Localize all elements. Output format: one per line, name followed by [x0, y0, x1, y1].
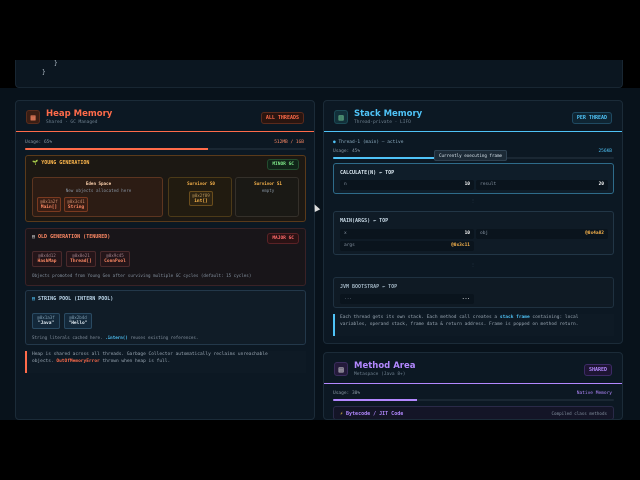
building-icon: ▤ — [32, 234, 36, 240]
frame-variable: args @0x3c11 — [340, 241, 474, 251]
frame-variable: x 10 — [340, 229, 474, 239]
object-chip: @0x2b4d "Hello" — [64, 313, 92, 329]
lightning-icon: ⚡ — [340, 411, 344, 417]
method-item-label: ⚡ Bytecode / JIT Code — [340, 411, 404, 417]
frame-title: CALCULATE(N) ← TOP — [340, 170, 395, 176]
frame-connector: ⋮ — [471, 262, 476, 267]
old-generation: ▤ OLD GENERATION (TENURED) MAJOR GC @0x4… — [25, 228, 306, 286]
method-badge: SHARED — [583, 364, 612, 376]
s1-title: Survivor S1 — [254, 181, 282, 186]
eden-space: Eden Space New objects allocated here @0… — [32, 177, 163, 217]
stack-frame[interactable]: JVM BOOTSTRAP ← TOP ...... — [333, 277, 614, 308]
object-chip: @0x1a3f "Java" — [32, 313, 60, 329]
frame-title: MAIN(ARGS) ← TOP — [340, 218, 389, 224]
stack-usage-value: 256KB — [598, 149, 612, 154]
stack-usage-label: Usage: 45% — [333, 149, 361, 154]
survivor-s0: Survivor S0 @0x2f89 int[] — [168, 177, 232, 217]
stack-panel: ▥ Stack Memory Thread-private · LIFO PER… — [323, 100, 623, 344]
survivor-s1: Survivor S1 empty — [235, 177, 299, 217]
chip-icon: ▦ — [26, 110, 40, 124]
eden-title: Eden Space — [85, 181, 112, 186]
sprout-icon: 🌱 — [32, 160, 39, 166]
heap-usage-bar — [25, 148, 306, 150]
method-usage-fill — [333, 399, 418, 401]
tooltip: Currently executing frame — [434, 150, 508, 161]
object-chip: @0x8e21 Thread[] — [66, 251, 96, 267]
young-gen-title: 🌱 YOUNG GENERATION — [32, 160, 90, 166]
object-chip: @0x2f89 int[] — [189, 191, 213, 206]
method-item-value: Compiled class methods — [551, 411, 607, 416]
method-item: ⚡ Bytecode / JIT Code Compiled class met… — [333, 406, 614, 419]
s0-title: Survivor S0 — [187, 181, 215, 186]
list-icon: ▤ — [32, 296, 36, 302]
frame-title: JVM BOOTSTRAP ← TOP — [340, 284, 398, 290]
frame-connector: ⋮ — [471, 198, 476, 203]
major-gc-badge: MAJOR GC — [267, 233, 299, 244]
frame-variable: obj @0x4a82 — [476, 229, 608, 239]
string-pool-title: ▤ STRING POOL (INTERN POOL) — [32, 296, 114, 302]
heap-subtitle: Shared · GC Managed — [46, 120, 98, 125]
stack-badge: PER THREAD — [571, 112, 612, 124]
method-usage-label: Usage: 30% — [333, 391, 361, 396]
eden-subtitle: New objects allocated here — [65, 188, 132, 193]
bottom-letterbox — [0, 420, 640, 480]
string-pool: ▤ STRING POOL (INTERN POOL) @0x1a3f "Java… — [25, 290, 306, 345]
code-line: } — [42, 69, 46, 76]
old-gen-title: ▤ OLD GENERATION (TENURED) — [32, 234, 111, 240]
code-block: } } — [15, 60, 623, 88]
method-usage-bar — [333, 399, 614, 401]
young-generation: 🌱 YOUNG GENERATION MINOR GC Eden Space N… — [25, 155, 306, 222]
heap-usage-fill — [25, 148, 208, 150]
stack-frame[interactable]: CALCULATE(N) ← TOP n 10 result 20 — [333, 163, 614, 194]
layers-icon: ▥ — [334, 110, 348, 124]
stack-frame[interactable]: MAIN(ARGS) ← TOP x 10 obj @0x4a82 args @0x3… — [333, 211, 614, 255]
heap-usage-label: Usage: 65% — [25, 140, 53, 145]
heap-badge: ALL THREADS — [260, 112, 304, 124]
heap-usage-value: 512MB / 1GB — [274, 140, 304, 145]
object-chip: @0x9c45 ConnPool — [100, 251, 130, 267]
object-chip: @0x4d12 HashMap — [32, 251, 62, 267]
method-title: Method Area — [354, 361, 416, 371]
object-chip: @0x1a2f Main[] — [37, 197, 61, 212]
frame-variable: ...... — [340, 294, 474, 304]
frame-variable: result 20 — [476, 180, 608, 190]
active-dot-icon: ● — [333, 140, 336, 145]
string-pool-note: String literals cached here. .intern() r… — [32, 335, 199, 340]
heap-title: Heap Memory — [46, 109, 113, 119]
method-subtitle: Metaspace (Java 8+) — [354, 372, 406, 377]
old-gen-note: Objects promoted from Young Gen after su… — [32, 273, 252, 278]
method-usage-value: Native Memory — [576, 391, 612, 396]
stack-subtitle: Thread-private · LIFO — [354, 120, 411, 125]
heap-panel: ▦ Heap Memory Shared · GC Managed ALL TH… — [15, 100, 315, 420]
thread-status: ● Thread-1 (main) — active — [333, 140, 404, 145]
object-chip: @0x3c41 String — [64, 197, 88, 212]
top-letterbox — [0, 0, 640, 60]
minor-gc-badge: MINOR GC — [267, 159, 299, 170]
frame-variable: n 10 — [340, 180, 474, 190]
code-line: } — [54, 60, 58, 67]
method-area-panel: ▤ Method Area Metaspace (Java 8+) SHARED… — [323, 352, 623, 420]
heap-footer-note: Heap is shared across all threads. Garba… — [25, 351, 306, 373]
stack-footer-note: Each thread gets its own stack. Each met… — [333, 314, 614, 336]
s1-subtitle: empty — [261, 188, 275, 193]
stack-title: Stack Memory — [354, 109, 423, 119]
document-icon: ▤ — [334, 362, 348, 376]
